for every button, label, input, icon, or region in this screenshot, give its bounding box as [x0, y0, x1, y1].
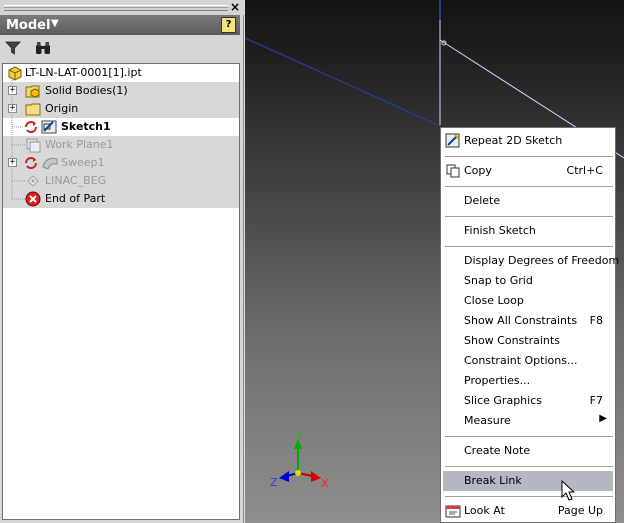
menu-item-label: Constraint Options... [464, 354, 578, 367]
menu-item-label: Look At [464, 504, 505, 517]
menu-item-label: Snap to Grid [464, 274, 533, 287]
tree-connector-lines [11, 80, 25, 200]
tree-item-label: LINAC_BEG [45, 174, 107, 187]
menu-separator [445, 436, 613, 437]
sweep-icon [42, 157, 58, 170]
menu-item-slice-graphics[interactable]: Slice Graphics F7 [443, 391, 613, 411]
sketch-line[interactable] [245, 37, 441, 127]
menu-item-show-all-constraints[interactable]: Show All Constraints F8 [443, 311, 613, 331]
submenu-arrow-icon: ▶ [599, 413, 607, 424]
menu-item-label: Repeat 2D Sketch [464, 134, 563, 147]
chevron-down-icon[interactable]: ▼ [51, 18, 59, 29]
copy-icon [446, 164, 460, 178]
tree-item-label: Sketch1 [61, 120, 111, 133]
menu-item-close-loop[interactable]: Close Loop [443, 291, 613, 311]
menu-item-label: Copy [464, 164, 492, 177]
menu-item-label: Finish Sketch [464, 224, 536, 237]
menu-item-break-link[interactable]: Break Link [443, 471, 613, 491]
tree-item-label: Sweep1 [61, 156, 105, 169]
find-binoculars-icon[interactable] [34, 39, 52, 57]
filter-icon[interactable] [4, 39, 22, 57]
menu-item-label: Show Constraints [464, 334, 560, 347]
menu-item-snap-to-grid[interactable]: Snap to Grid [443, 271, 613, 291]
triad-z-label: Z [270, 476, 278, 489]
menu-item-delete[interactable]: Delete [443, 191, 613, 211]
menu-item-finish-sketch[interactable]: Finish Sketch [443, 221, 613, 241]
tree-item-label: Origin [45, 102, 79, 115]
look-at-icon [445, 505, 461, 518]
help-icon[interactable]: ? [221, 17, 236, 33]
menu-separator [445, 156, 613, 157]
menu-item-constraint-options[interactable]: Constraint Options... [443, 351, 613, 371]
menu-item-label: Delete [464, 194, 501, 207]
triad-y-label: Y [295, 431, 303, 442]
menu-item-label: Measure [464, 414, 511, 427]
menu-item-properties[interactable]: Properties... [443, 371, 613, 391]
menu-item-repeat-2d-sketch[interactable]: Repeat 2D Sketch [443, 131, 613, 151]
sketch-icon [445, 133, 460, 148]
view-triad[interactable]: Y X Z [265, 425, 335, 495]
menu-item-copy[interactable]: Copy Ctrl+C [443, 161, 613, 181]
context-menu: Repeat 2D Sketch Copy Ctrl+C Delete Fini… [440, 127, 619, 523]
model-tree: LT-LN-LAT-0001[1].ipt + Solid Bodies(1) … [2, 63, 240, 520]
panel-grip[interactable]: × [0, 0, 244, 15]
menu-item-label: Close Loop [464, 294, 524, 307]
browser-title[interactable]: Model [6, 18, 50, 33]
menu-item-create-note[interactable]: Create Note [443, 441, 613, 461]
model-browser-panel: × Model ▼ ? LT-LN-LAT-0001[1].ipt + Soli… [0, 0, 244, 523]
menu-item-shortcut: F7 [589, 394, 603, 407]
browser-title-bar[interactable]: Model ▼ ? [0, 15, 240, 35]
menu-item-measure[interactable]: Measure ▶ [443, 411, 613, 431]
menu-item-shortcut: F8 [589, 314, 603, 327]
menu-item-shortcut: Page Up [557, 504, 603, 517]
menu-item-label: Display Degrees of Freedom [464, 254, 620, 267]
tree-item-label: End of Part [45, 192, 106, 205]
menu-separator [445, 466, 613, 467]
menu-item-label: Slice Graphics [464, 394, 542, 407]
browser-toolbar [0, 35, 240, 61]
menu-separator [445, 186, 613, 187]
menu-item-label: Create Note [464, 444, 531, 457]
menu-item-shortcut: Ctrl+C [566, 164, 603, 177]
menu-item-look-at[interactable]: Look At Page Up [443, 501, 613, 521]
menu-separator [445, 496, 613, 497]
triad-x-label: X [321, 477, 329, 490]
menu-separator [445, 246, 613, 247]
tree-item-label: Solid Bodies(1) [45, 84, 128, 97]
mouse-cursor-icon [561, 480, 576, 501]
sketch-icon [41, 120, 57, 134]
menu-item-label: Show All Constraints [464, 314, 578, 327]
menu-item-display-dof[interactable]: Display Degrees of Freedom [443, 251, 619, 271]
menu-item-label: Properties... [464, 374, 531, 387]
menu-item-label: Break Link [464, 474, 522, 487]
close-panel-icon[interactable]: × [230, 0, 240, 14]
tree-item-label: Work Plane1 [45, 138, 114, 151]
grip-lines [4, 5, 228, 11]
menu-item-show-constraints[interactable]: Show Constraints [443, 331, 613, 351]
menu-separator [445, 216, 613, 217]
